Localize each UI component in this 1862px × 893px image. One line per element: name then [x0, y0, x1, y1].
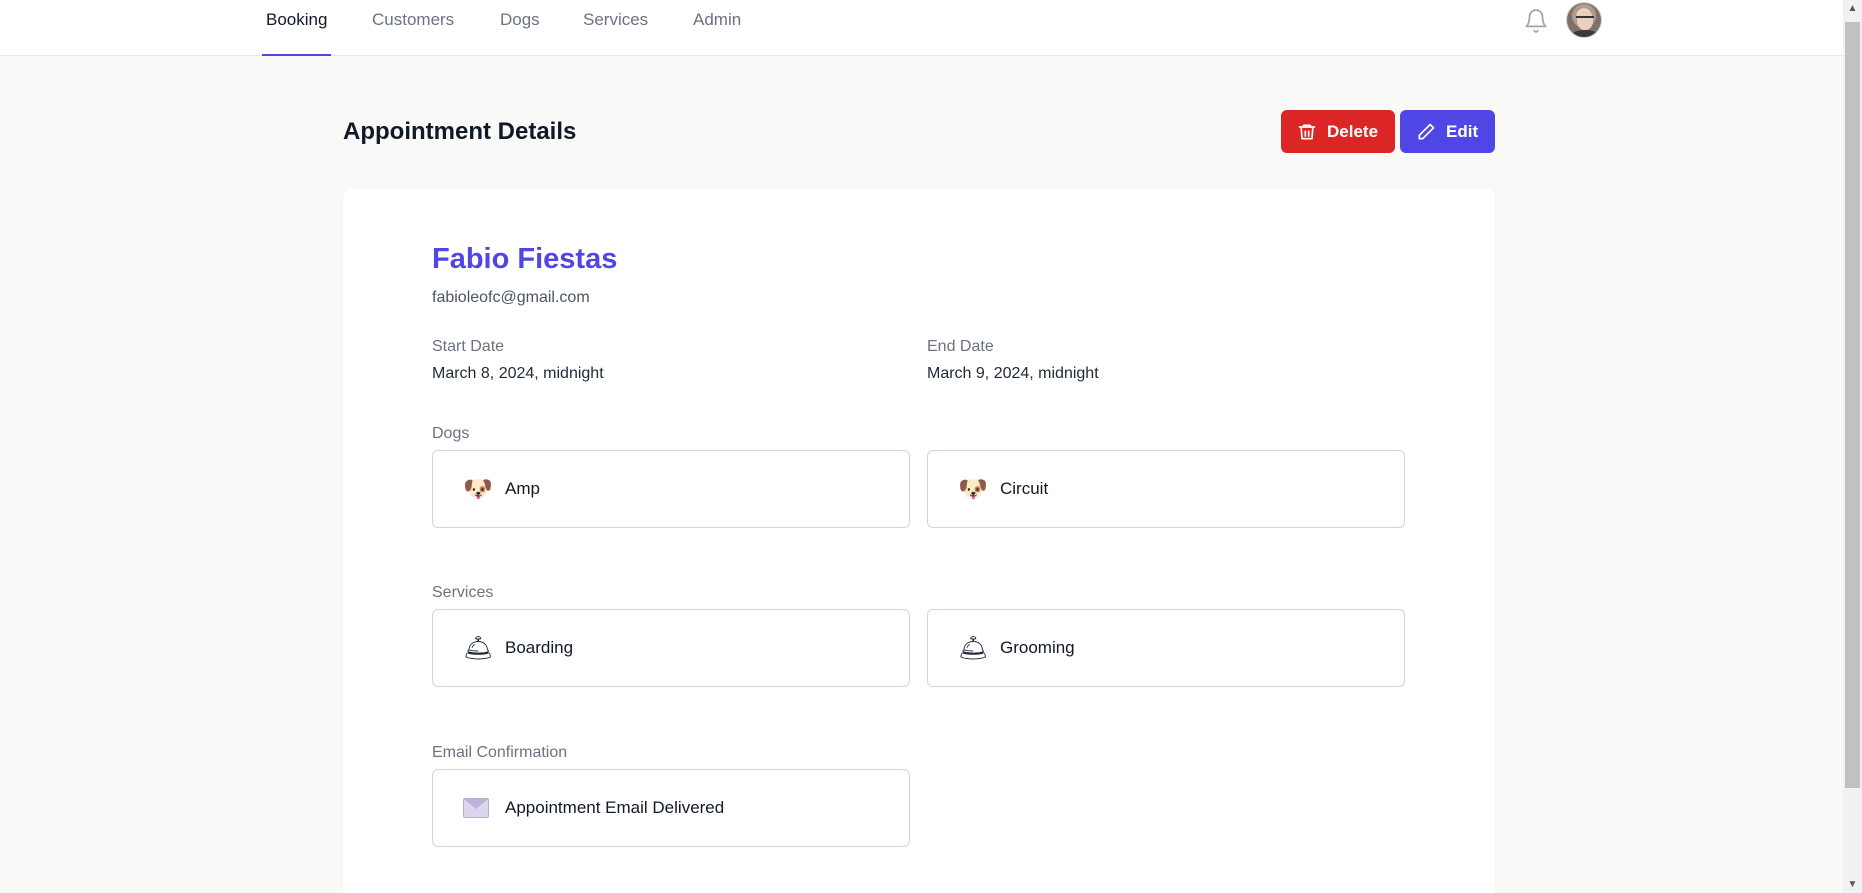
end-date-value: March 9, 2024, midnight — [927, 365, 1099, 382]
dog-name: Amp — [505, 479, 540, 498]
tab-booking-label: Booking — [266, 10, 328, 29]
tab-admin-label: Admin — [693, 10, 742, 29]
email-confirmation-card: Appointment Email Delivered — [432, 769, 910, 847]
page-title: Appointment Details — [343, 118, 577, 145]
start-date-value: March 8, 2024, midnight — [432, 365, 604, 382]
tab-booking[interactable]: Booking — [262, 0, 332, 56]
active-tab-indicator — [262, 54, 332, 56]
start-date-label: Start Date — [432, 338, 505, 355]
service-card[interactable]: 🛎 Grooming — [927, 609, 1405, 687]
avatar[interactable] — [1566, 2, 1602, 38]
end-date-label: End Date — [927, 338, 994, 355]
bell-icon[interactable] — [1523, 8, 1549, 34]
dogs-section-label: Dogs — [432, 425, 470, 442]
scroll-up-arrow-icon[interactable]: ▲ — [1843, 0, 1862, 17]
vertical-scrollbar[interactable]: ▲ ▼ — [1843, 0, 1862, 893]
top-navigation: Booking Customers Dogs Services Admin — [0, 0, 1843, 56]
email-confirmation-label: Email Confirmation — [432, 744, 568, 761]
dog-name: Circuit — [1000, 479, 1049, 498]
bellhop-bell-icon: 🛎 — [958, 634, 989, 662]
edit-button[interactable]: Edit — [1400, 110, 1495, 153]
trash-icon — [1298, 124, 1316, 139]
customer-name[interactable]: Fabio Fiestas — [432, 243, 617, 276]
avatar-shirt — [1570, 30, 1600, 37]
service-card[interactable]: 🛎 Boarding — [432, 609, 910, 687]
edit-button-label: Edit — [1446, 121, 1479, 141]
envelope-icon — [463, 798, 489, 818]
delete-button-label: Delete — [1327, 121, 1379, 141]
tab-services[interactable]: Services — [583, 0, 648, 56]
dog-card[interactable]: 🐶 Circuit — [927, 450, 1405, 528]
dog-card[interactable]: 🐶 Amp — [432, 450, 910, 528]
service-name: Grooming — [1000, 638, 1075, 657]
service-name: Boarding — [505, 638, 574, 657]
delete-button[interactable]: Delete — [1281, 110, 1395, 153]
scroll-thumb[interactable] — [1845, 22, 1860, 788]
tab-dogs[interactable]: Dogs — [500, 0, 540, 56]
avatar-face — [1577, 10, 1593, 30]
tab-services-label: Services — [583, 10, 649, 29]
tab-dogs-label: Dogs — [500, 10, 540, 29]
dog-face-icon: 🐶 — [463, 475, 493, 503]
bellhop-bell-icon: 🛎 — [463, 634, 494, 662]
scroll-down-arrow-icon[interactable]: ▼ — [1843, 876, 1862, 893]
customer-email: fabioleofc@gmail.com — [432, 289, 590, 306]
tab-customers-label: Customers — [372, 10, 455, 29]
tab-customers[interactable]: Customers — [372, 0, 454, 56]
tab-admin[interactable]: Admin — [693, 0, 741, 56]
services-section-label: Services — [432, 584, 494, 601]
pencil-icon — [1418, 123, 1435, 139]
avatar-glasses — [1576, 16, 1594, 20]
email-status: Appointment Email Delivered — [505, 798, 725, 817]
dog-face-icon: 🐶 — [958, 475, 988, 503]
